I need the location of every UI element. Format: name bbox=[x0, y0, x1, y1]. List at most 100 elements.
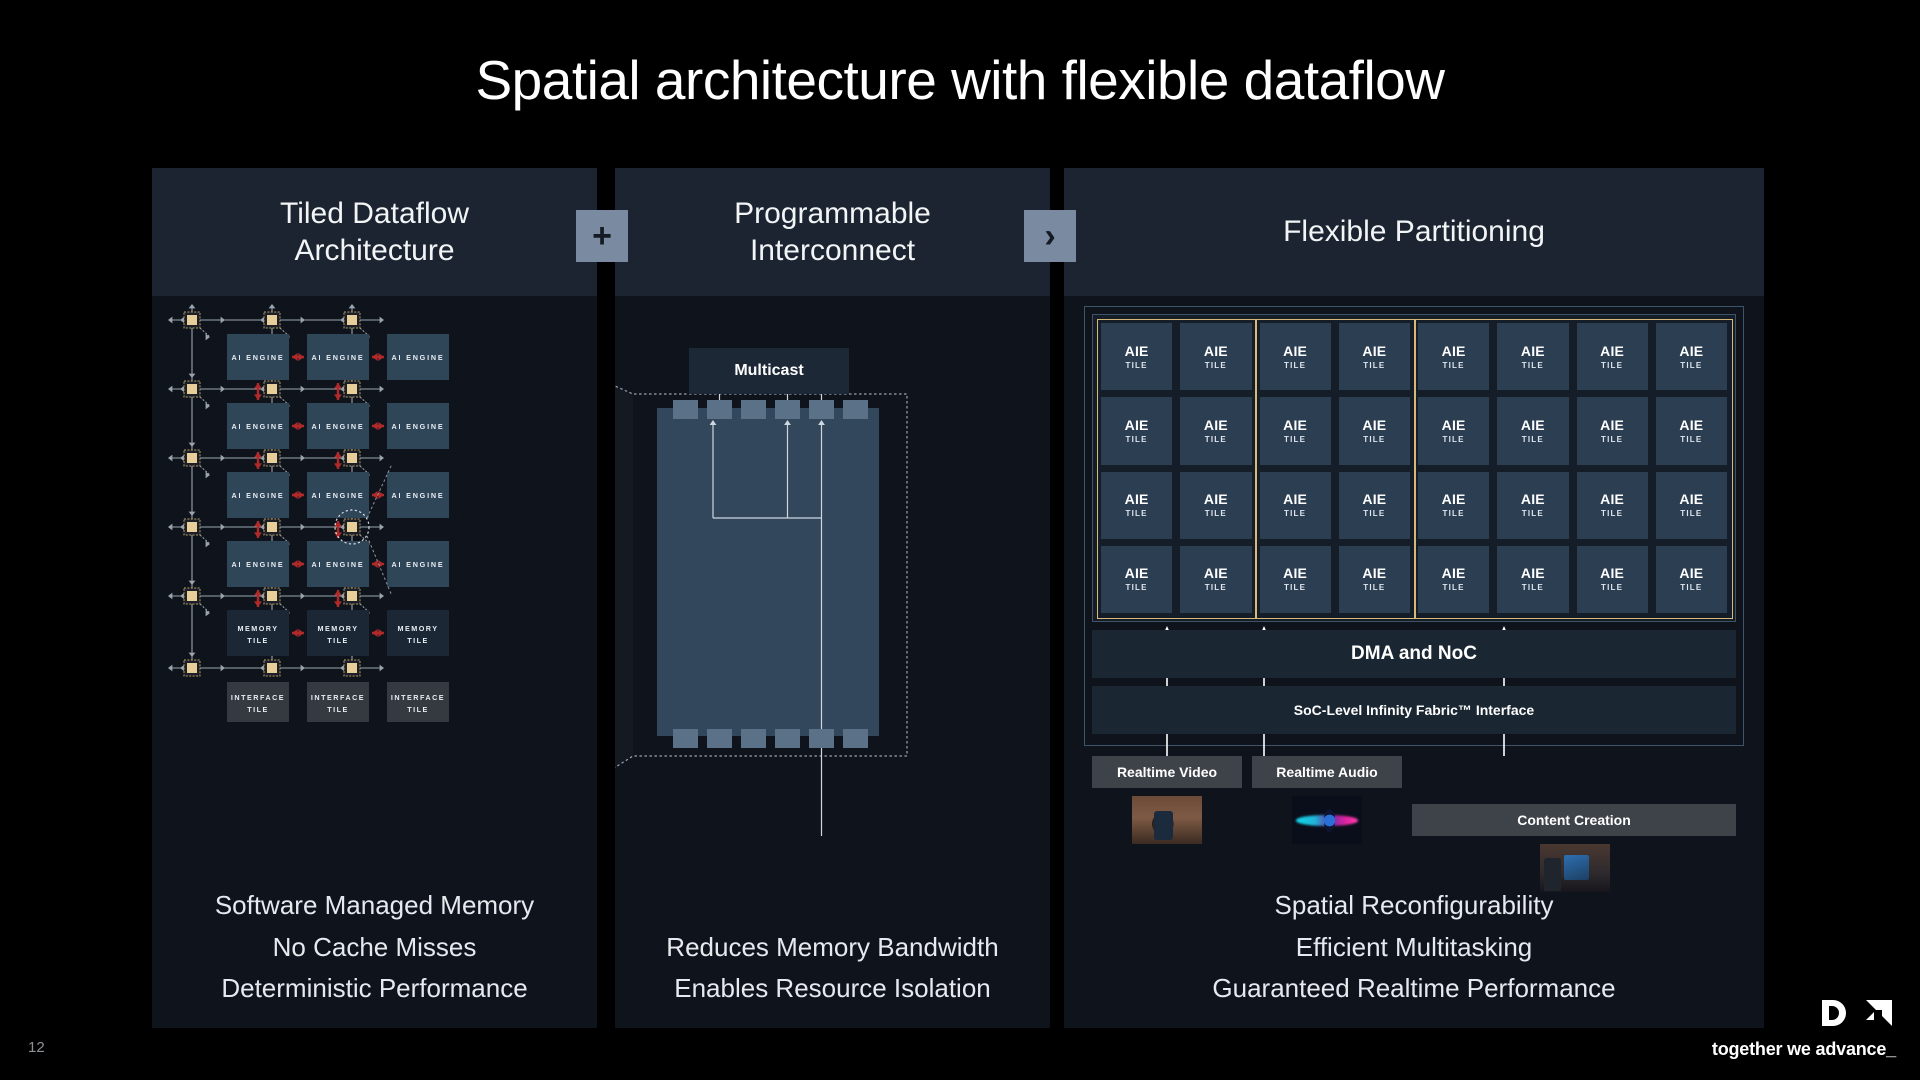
page-title: Spatial architecture with flexible dataf… bbox=[475, 49, 1445, 111]
svg-text:TILE: TILE bbox=[407, 636, 429, 645]
aie-tile-grid: AIE TILE AIE TILE AIE TILE AIE TILE AIE TILE AIE TI… bbox=[1101, 323, 1727, 613]
aie-tile-label-primary: AIE bbox=[1441, 342, 1466, 359]
aie-tile: AIE TILE bbox=[1259, 397, 1331, 465]
aie-tile-label-secondary: TILE bbox=[1680, 583, 1703, 593]
panel-tiled-dataflow: Tiled Dataflow Architecture AI ENGINE AI … bbox=[152, 168, 597, 1028]
plus-icon: + bbox=[576, 210, 628, 262]
aie-tile: AIE TILE bbox=[1101, 471, 1173, 539]
aie-tile-label-primary: AIE bbox=[1124, 416, 1149, 433]
aie-tile: AIE TILE bbox=[1338, 397, 1410, 465]
aie-tile-label-primary: AIE bbox=[1124, 491, 1149, 508]
panel-left-title-line1: Tiled Dataflow bbox=[280, 196, 469, 230]
aie-tile: AIE TILE bbox=[1180, 471, 1252, 539]
aie-tile-label-primary: AIE bbox=[1203, 416, 1228, 433]
svg-text:TILE: TILE bbox=[327, 705, 349, 714]
aie-tile-label-secondary: TILE bbox=[1284, 583, 1307, 593]
aie-tile-label-secondary: TILE bbox=[1204, 434, 1227, 444]
workload-button-1[interactable]: Realtime Audio bbox=[1252, 756, 1402, 788]
aie-tile: AIE TILE bbox=[1497, 545, 1569, 613]
aie-tile: AIE TILE bbox=[1180, 323, 1252, 391]
aie-tile: AIE TILE bbox=[1418, 471, 1490, 539]
aie-tile: AIE TILE bbox=[1338, 471, 1410, 539]
panel-right-header: Flexible Partitioning bbox=[1064, 168, 1764, 296]
svg-text:AI ENGINE: AI ENGINE bbox=[312, 491, 365, 500]
svg-text:INTERFACE: INTERFACE bbox=[311, 693, 365, 702]
amd-tagline: together we advance_ bbox=[1711, 1039, 1896, 1059]
aie-tile-label-secondary: TILE bbox=[1601, 509, 1624, 519]
workload-button-2[interactable]: Content Creation bbox=[1412, 804, 1736, 836]
panel-mid-title-line2: Interconnect bbox=[749, 234, 916, 267]
aie-tile-label-secondary: TILE bbox=[1680, 509, 1703, 519]
aie-array-frame: AIE TILE AIE TILE AIE TILE AIE TILE AIE TILE AIE TI… bbox=[1092, 314, 1736, 622]
workload-label: Realtime Audio bbox=[1276, 764, 1378, 780]
aie-tile: AIE TILE bbox=[1338, 545, 1410, 613]
aie-tile-label-secondary: TILE bbox=[1363, 583, 1386, 593]
aie-tile-label-secondary: TILE bbox=[1601, 583, 1624, 593]
aie-tile-label-primary: AIE bbox=[1441, 491, 1466, 508]
aie-tile-label-primary: AIE bbox=[1600, 342, 1625, 359]
aie-tile-label-secondary: TILE bbox=[1680, 360, 1703, 370]
workload-thumbnail-1 bbox=[1292, 796, 1362, 844]
aie-tile: AIE TILE bbox=[1655, 545, 1727, 613]
aie-tile-label-secondary: TILE bbox=[1363, 509, 1386, 519]
workload-row: Realtime Video Realtime Audio Content Crea… bbox=[1092, 756, 1736, 892]
aie-tile-label-secondary: TILE bbox=[1521, 509, 1544, 519]
aie-tile-label-primary: AIE bbox=[1600, 565, 1625, 582]
panel-mid-header: Programmable Interconnect bbox=[615, 168, 1050, 296]
svg-text:AI ENGINE: AI ENGINE bbox=[312, 422, 365, 431]
chevron-right-icon: › bbox=[1024, 210, 1076, 262]
svg-text:MEMORY: MEMORY bbox=[397, 624, 438, 633]
svg-text:AI ENGINE: AI ENGINE bbox=[312, 560, 365, 569]
workload-thumbnail-0 bbox=[1132, 796, 1202, 844]
caption-right-1: Efficient Multitasking bbox=[1295, 931, 1533, 962]
svg-text:TILE: TILE bbox=[247, 705, 269, 714]
aie-tile-label-secondary: TILE bbox=[1204, 509, 1227, 519]
aie-tile-label-primary: AIE bbox=[1679, 342, 1704, 359]
panel-right-title-line1: Flexible Partitioning bbox=[1283, 215, 1545, 249]
aie-tile: AIE TILE bbox=[1418, 323, 1490, 391]
aie-tile-label-primary: AIE bbox=[1520, 342, 1545, 359]
aie-tile: AIE TILE bbox=[1101, 397, 1173, 465]
aie-tile: AIE TILE bbox=[1418, 397, 1490, 465]
aie-tile-label-primary: AIE bbox=[1679, 491, 1704, 508]
tiled-dataflow-svg: AI ENGINE AI ENGINE AI ENGINE AI ENGINE AI E… bbox=[168, 304, 449, 722]
aie-tile-label-primary: AIE bbox=[1520, 416, 1545, 433]
svg-text:AI ENGINE: AI ENGINE bbox=[392, 353, 445, 362]
aie-tile: AIE TILE bbox=[1180, 397, 1252, 465]
panel-mid-captions: Reduces Memory Bandwidth Enables Resourc… bbox=[615, 927, 1050, 1010]
aie-tile: AIE TILE bbox=[1576, 397, 1648, 465]
soc-fabric-label: SoC-Level Infinity Fabric™ Interface bbox=[1293, 702, 1535, 718]
svg-text:AI ENGINE: AI ENGINE bbox=[232, 422, 285, 431]
panel-programmable-interconnect: Programmable Interconnect Multicast Redu… bbox=[615, 168, 1050, 1028]
aie-tile: AIE TILE bbox=[1497, 471, 1569, 539]
caption-left-1: No Cache Misses bbox=[272, 931, 477, 962]
aie-tile-label-primary: AIE bbox=[1203, 491, 1228, 508]
amd-logo bbox=[1822, 1000, 1892, 1026]
svg-text:AI ENGINE: AI ENGINE bbox=[392, 422, 445, 431]
aie-tile-label-secondary: TILE bbox=[1601, 360, 1624, 370]
aie-tile-label-secondary: TILE bbox=[1521, 360, 1544, 370]
page-number: 12 bbox=[28, 1039, 45, 1056]
panel-flexible-partitioning: Flexible Partitioning AIE TILE AIE TILE AIE T… bbox=[1064, 168, 1764, 1028]
aie-tile-label-primary: AIE bbox=[1600, 491, 1625, 508]
svg-text:AI ENGINE: AI ENGINE bbox=[232, 560, 285, 569]
aie-tile-label-primary: AIE bbox=[1203, 342, 1228, 359]
caption-right-0: Spatial Reconfigurability bbox=[1274, 890, 1554, 921]
aie-tile-label-primary: AIE bbox=[1283, 565, 1308, 582]
aie-tile-label-primary: AIE bbox=[1441, 565, 1466, 582]
aie-tile: AIE TILE bbox=[1655, 323, 1727, 391]
workload-label: Realtime Video bbox=[1116, 764, 1218, 780]
aie-tile-label-secondary: TILE bbox=[1601, 434, 1624, 444]
aie-tile: AIE TILE bbox=[1101, 323, 1173, 391]
aie-tile-label-secondary: TILE bbox=[1521, 434, 1544, 444]
aie-tile: AIE TILE bbox=[1259, 323, 1331, 391]
panel-left-title-line2: Architecture bbox=[294, 234, 455, 267]
soc-fabric-bar: SoC-Level Infinity Fabric™ Interface bbox=[1092, 686, 1736, 734]
aie-tile-label-secondary: TILE bbox=[1680, 434, 1703, 444]
aie-tile: AIE TILE bbox=[1655, 397, 1727, 465]
workload-button-0[interactable]: Realtime Video bbox=[1092, 756, 1242, 788]
aie-tile: AIE TILE bbox=[1497, 323, 1569, 391]
aie-tile-label-primary: AIE bbox=[1362, 416, 1387, 433]
aie-tile-label-primary: AIE bbox=[1679, 565, 1704, 582]
aie-tile-label-primary: AIE bbox=[1124, 565, 1149, 582]
